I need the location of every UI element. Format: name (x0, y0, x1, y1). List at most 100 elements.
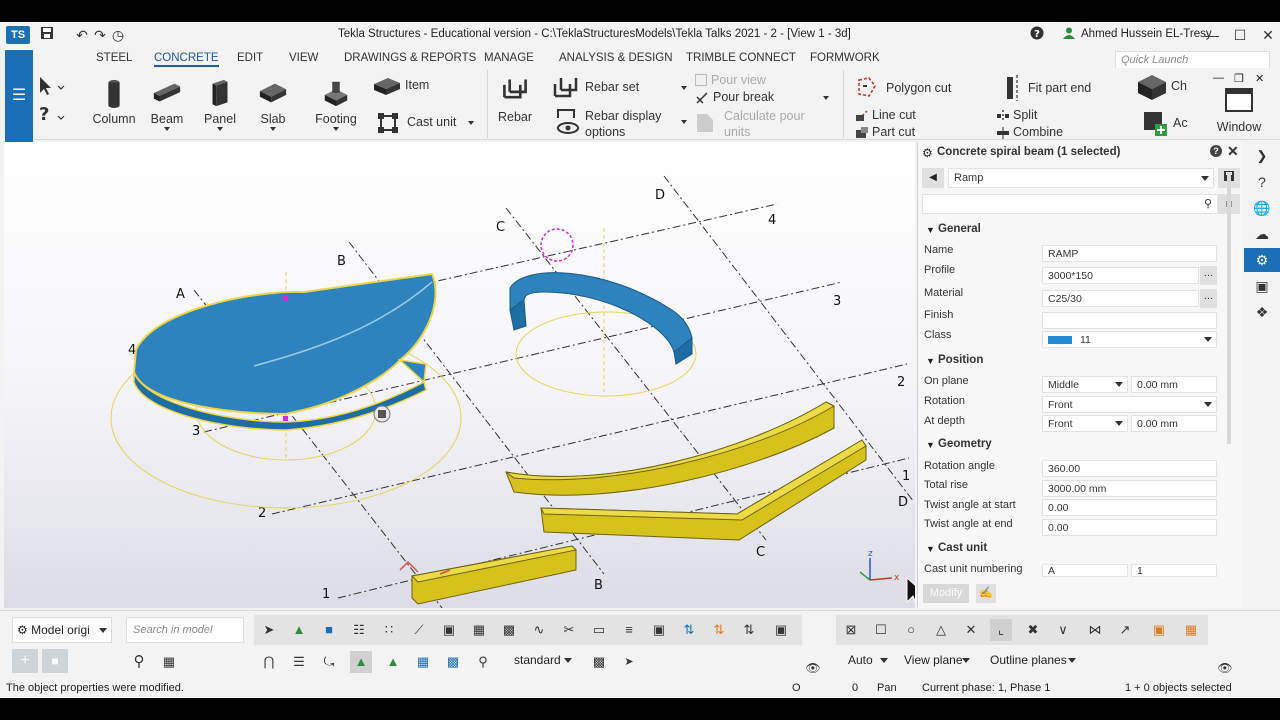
section-general[interactable]: General (938, 223, 981, 235)
select-all-icon[interactable]: ➤ (258, 619, 280, 641)
tab-formwork[interactable]: FORMWORK (810, 52, 880, 64)
select-surface-icon[interactable]: ■ (318, 619, 340, 641)
select-components-icon[interactable]: ⇅ (678, 619, 700, 641)
finish-field[interactable] (1042, 312, 1217, 329)
help-icon[interactable]: ? (1210, 145, 1222, 157)
section-geometry[interactable]: Geometry (938, 438, 992, 450)
rebar-set-button[interactable]: Rebar set (552, 76, 692, 98)
modify-button[interactable]: Modify (923, 584, 969, 603)
rotation-select[interactable]: Front (1042, 396, 1217, 413)
ac-button[interactable]: Ac (1142, 110, 1192, 140)
rebar-display-options-button[interactable]: Rebar display options (556, 106, 692, 140)
tab-trimble-connect[interactable]: TRIMBLE CONNECT (686, 52, 796, 64)
components-icon[interactable]: ❖ (1247, 300, 1277, 324)
select-cast-units-icon[interactable]: ▣ (770, 619, 792, 641)
straight-beam[interactable] (399, 545, 578, 605)
split-button[interactable]: Split (996, 108, 1096, 124)
select-planes-icon[interactable]: ≡ (618, 619, 640, 641)
globe-icon[interactable]: 🌐 (1247, 196, 1277, 220)
snap-box-x-icon[interactable]: ⊠ (840, 619, 862, 641)
collapse-cast-unit-icon[interactable]: ▼ (926, 544, 935, 554)
search-area-icon[interactable]: ▦ (158, 651, 180, 673)
pour-break-dropdown-icon[interactable] (823, 96, 829, 100)
select-tool-group[interactable]: ? (36, 74, 66, 126)
part-cut-button[interactable]: Part cut (855, 125, 995, 141)
view-plane-select[interactable]: View plane (898, 649, 974, 673)
model-view-canvas[interactable]: A A B B C C D D 1 1 2 2 3 3 4 4 (4, 142, 915, 608)
pointer-icon[interactable]: ➤ (618, 651, 640, 673)
search-model-input[interactable]: Search in model (126, 617, 244, 643)
eye-icon[interactable]: 👁 (802, 657, 824, 679)
select-points-icon[interactable]: ∷ (378, 619, 400, 641)
snap-box-icon[interactable]: ☐ (870, 619, 892, 641)
preset-select[interactable]: Ramp (948, 168, 1214, 188)
snap-tree-icon[interactable]: ▲ (382, 651, 404, 673)
tab-edit[interactable]: EDIT (237, 52, 263, 64)
rebar-button[interactable]: Rebar (494, 76, 536, 124)
question-circle-icon[interactable]: ? (1028, 26, 1046, 44)
file-menu-button[interactable]: ☰ (5, 50, 33, 142)
cast-unit-dropdown-icon[interactable] (468, 121, 474, 125)
tab-view[interactable]: VIEW (289, 52, 318, 64)
class-select[interactable]: 11 (1042, 331, 1217, 348)
cast-unit-button[interactable]: Cast unit (376, 111, 476, 133)
rebar-set-dropdown-icon[interactable] (681, 86, 687, 90)
slab-dropdown-icon[interactable] (270, 127, 276, 131)
close-panel-icon[interactable]: ✕ (1227, 143, 1239, 160)
rotation-angle-field[interactable]: 360.00 (1042, 460, 1217, 477)
trash-icon[interactable]: ■ (42, 649, 68, 673)
pick-icon[interactable]: ✍ (976, 584, 996, 603)
properties-gear-icon[interactable]: ⚙ (1244, 248, 1280, 272)
select-grid-icon[interactable]: ▦ (468, 619, 490, 641)
maximize-icon[interactable]: ☐ (1226, 24, 1254, 46)
snap-extension-icon[interactable]: ✖ (1022, 619, 1044, 641)
standard-select[interactable]: standard (510, 649, 576, 673)
snap-arrow-icon[interactable]: ↗ (1114, 619, 1136, 641)
select-assemblies-icon[interactable]: ⇅ (708, 619, 730, 641)
profile-field[interactable]: 3000*150 (1042, 267, 1199, 284)
select-lines-icon[interactable]: ⟋ (408, 619, 430, 641)
pour-break-button[interactable]: Pour break (695, 89, 835, 107)
snap-edge-icon[interactable]: ⤿ (318, 651, 340, 673)
select-views-icon[interactable]: ▭ (588, 619, 610, 641)
polygon-cut-button[interactable]: Polygon cut (855, 76, 995, 100)
at-depth-offset-field[interactable]: 0.00 mm (1131, 415, 1217, 432)
select-parts-icon[interactable]: ▲ (288, 619, 310, 641)
user-name[interactable]: Ahmed Hussein EL-Tresy (1081, 28, 1212, 40)
window-button[interactable]: Window (1211, 86, 1267, 134)
snap-triangle-icon[interactable]: △ (930, 619, 952, 641)
ch-button[interactable]: Ch (1136, 72, 1188, 104)
tab-analysis-design[interactable]: ANALYSIS & DESIGN (559, 52, 673, 64)
section-cast-unit[interactable]: Cast unit (938, 542, 987, 554)
tab-manage[interactable]: MANAGE (484, 52, 534, 64)
twist-end-field[interactable]: 0.00 (1042, 519, 1217, 536)
model-viewport-3d[interactable]: A A B B C C D D 1 1 2 2 3 3 4 4 (4, 142, 915, 608)
material-browse-button[interactable]: … (1200, 289, 1217, 308)
rebar-display-dropdown-icon[interactable] (681, 120, 687, 124)
collapse-geometry-icon[interactable]: ▼ (926, 440, 935, 450)
minimize-icon[interactable]: — (1198, 24, 1226, 46)
line-cut-button[interactable]: Line cut (855, 108, 995, 124)
total-rise-field[interactable]: 3000.00 mm (1042, 480, 1217, 497)
footing-dropdown-icon[interactable] (333, 127, 339, 131)
tab-steel[interactable]: STEEL (96, 52, 132, 64)
tekla-logo-icon[interactable]: TS (6, 26, 30, 44)
cloud-icon[interactable]: ☁ (1247, 222, 1277, 246)
undo-icon[interactable]: ↶ (73, 26, 91, 44)
on-plane-select[interactable]: Middle (1042, 376, 1128, 393)
outline-planes-select[interactable]: Outline planes (984, 649, 1080, 673)
cast-unit-prefix-field[interactable]: A (1042, 564, 1128, 577)
section-position[interactable]: Position (938, 354, 983, 366)
eye-icon[interactable]: 👁 (1214, 657, 1236, 679)
checker-icon[interactable]: ▩ (588, 651, 610, 673)
select-objects-icon[interactable]: ⇅ (738, 619, 760, 641)
footing-button[interactable]: Footing (308, 78, 364, 131)
panel-dropdown-icon[interactable] (217, 127, 223, 131)
tab-concrete[interactable]: CONCRETE (154, 52, 219, 67)
property-search-input[interactable]: ⚲ (922, 194, 1218, 214)
search-icon[interactable]: ⚲ (128, 651, 150, 673)
select-bolts-icon[interactable]: ▣ (648, 619, 670, 641)
at-depth-select[interactable]: Front (1042, 415, 1128, 432)
redo-icon[interactable]: ↷ (91, 26, 109, 44)
beam-dropdown-icon[interactable] (164, 127, 170, 131)
